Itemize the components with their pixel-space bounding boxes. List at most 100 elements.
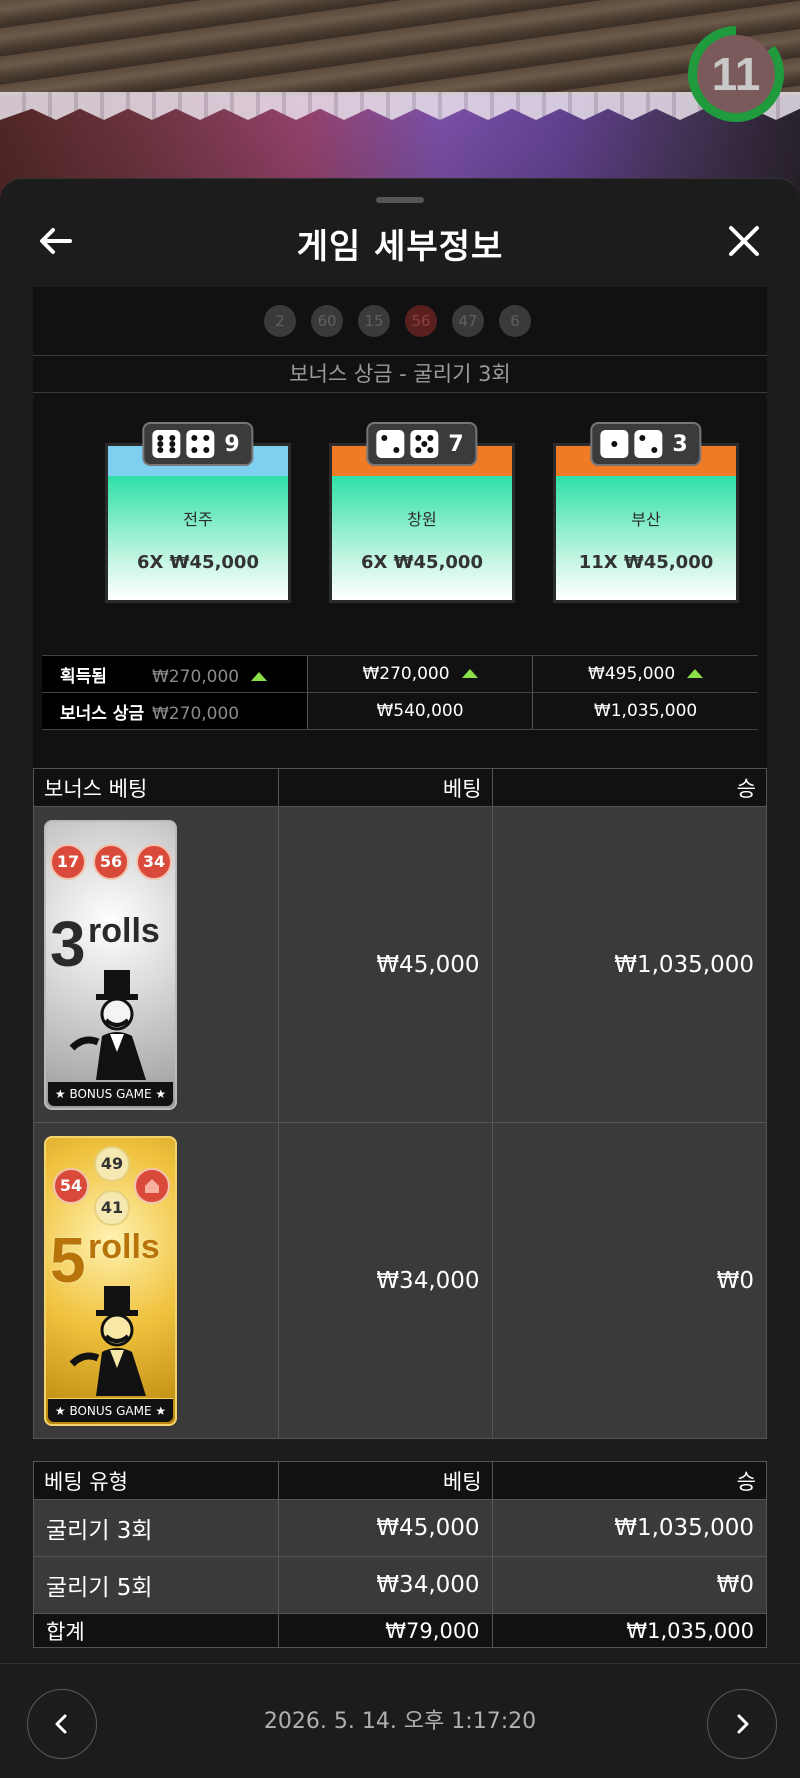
col-header: 베팅: [278, 1461, 493, 1500]
table-row: 17 56 34 3 rolls ★ BONUS GAME ★ ₩45,000 …: [33, 806, 768, 1123]
col-header: 승: [491, 768, 768, 807]
footer-divider: [0, 1663, 800, 1664]
drag-handle[interactable]: [376, 197, 424, 203]
bonus-ball: 56: [93, 843, 129, 880]
history-ball: 15: [358, 305, 390, 337]
dice-total: 7: [448, 431, 464, 457]
die-icon: [186, 430, 215, 458]
bonus-game-card-3-rolls: 17 56 34 3 rolls ★ BONUS GAME ★: [44, 819, 177, 1110]
dice-badge: 9: [142, 422, 254, 466]
property-card: 창원 6X ₩45,000 7: [329, 422, 515, 603]
ball-history: 2 60 15 56 47 6: [264, 305, 531, 337]
bonus-bets-table: 보너스 베팅 베팅 승 17 56 34 3 rolls ★ BONUS GAM…: [33, 768, 768, 1439]
mascot-icon: [69, 969, 146, 1080]
bonus-ball: 41: [94, 1189, 130, 1226]
col-header: 베팅 유형: [33, 1461, 279, 1500]
timer-seconds: 11: [711, 48, 761, 100]
section-title: 보너스 상금 - 굴리기 3회: [33, 355, 767, 393]
page-title: 게임 세부정보: [296, 227, 504, 267]
card-city: 창원: [407, 510, 437, 529]
bonus-ball: 34: [136, 843, 172, 880]
close-icon: [729, 226, 759, 256]
bet-amount: ₩34,000: [278, 1556, 493, 1614]
die-icon: [152, 430, 181, 458]
total-row: 합계 ₩79,000 ₩1,035,000: [33, 1613, 768, 1648]
arrow-up-icon: [687, 669, 704, 678]
table-header: 베팅 유형 베팅 승: [33, 1461, 768, 1500]
die-icon: [634, 430, 663, 458]
total-label: 합계: [33, 1613, 279, 1648]
col-header: 보너스 베팅: [33, 768, 279, 807]
game-details-panel: 게임 세부정보 2 60 15 56 47 6 보너스 상금 - 굴리기 3회 …: [0, 178, 800, 1778]
bonus-ball: 49: [94, 1145, 130, 1182]
bet-amount: ₩34,000: [278, 1122, 493, 1439]
table-row: 획득됨 ₩270,000 ₩270,000 ₩495,000: [42, 655, 758, 693]
bonus-game-card-5-rolls: 49 54 41 5 rolls ★ BONUS GAME ★: [44, 1135, 177, 1426]
row-label: 보너스 상금: [60, 703, 145, 724]
close-button[interactable]: [724, 221, 764, 261]
game-background: [0, 0, 800, 200]
cell-value: ₩1,035,000: [593, 701, 698, 721]
bet-type: 굴리기 3회: [33, 1499, 279, 1557]
win-amount: ₩1,035,000: [491, 806, 768, 1123]
col-header: 승: [491, 1461, 768, 1500]
history-ball: 60: [311, 305, 343, 337]
card-body: 창원 6X ₩45,000: [332, 476, 512, 600]
house-ball-icon: [134, 1167, 170, 1204]
property-card: 전주 6X ₩45,000 9: [105, 422, 291, 603]
bet-amount: ₩45,000: [278, 806, 493, 1123]
bonus-game-label: ★ BONUS GAME ★: [48, 1397, 173, 1422]
history-ball: 6: [499, 305, 531, 337]
bonus-win-table: 획득됨 ₩270,000 ₩270,000 ₩495,000 보너스 상금 ₩270…: [42, 655, 758, 730]
bonus-ball: 54: [53, 1167, 89, 1204]
dice-badge: 7: [366, 422, 478, 466]
bet-amount: ₩45,000: [278, 1499, 493, 1557]
card-multiplier: 6X ₩45,000: [137, 552, 259, 573]
cell-value: ₩270,000: [152, 666, 240, 687]
next-round-button[interactable]: [707, 1689, 777, 1759]
chevron-right-icon: [737, 1714, 749, 1734]
table-header: 보너스 베팅 베팅 승: [33, 768, 768, 807]
cell-value: ₩540,000: [376, 701, 464, 721]
card-city: 부산: [631, 510, 661, 529]
card-multiplier: 11X ₩45,000: [578, 552, 714, 573]
rolls-text: rolls: [88, 911, 160, 950]
bet-type: 굴리기 5회: [33, 1556, 279, 1614]
card-city: 전주: [183, 510, 213, 529]
dice-badge: 3: [590, 422, 702, 466]
die-icon: [376, 430, 405, 458]
cell-value: ₩270,000: [152, 703, 240, 724]
countdown-timer: 11: [688, 26, 784, 122]
die-icon: [410, 430, 439, 458]
win-amount: ₩0: [491, 1556, 768, 1614]
rolls-text: rolls: [88, 1227, 160, 1266]
table-row: 굴리기 5회 ₩34,000 ₩0: [33, 1556, 768, 1614]
round-timestamp: 2026. 5. 14. 오후 1:17:20: [263, 1709, 537, 1734]
property-card: 부산 11X ₩45,000 3: [553, 422, 739, 603]
history-ball: 56: [405, 305, 437, 337]
bet-type-table: 베팅 유형 베팅 승 굴리기 3회 ₩45,000 ₩1,035,000 굴리기…: [33, 1461, 768, 1648]
dice-total: 9: [224, 431, 240, 457]
card-body: 전주 6X ₩45,000: [108, 476, 288, 600]
die-icon: [600, 430, 629, 458]
arrow-up-icon: [251, 671, 268, 681]
bonus-game-label: ★ BONUS GAME ★: [48, 1081, 173, 1106]
cell-value: ₩495,000: [588, 664, 676, 684]
table-row: 보너스 상금 ₩270,000 ₩540,000 ₩1,035,000: [42, 692, 758, 730]
dice-total: 3: [672, 431, 688, 457]
total-win: ₩1,035,000: [491, 1613, 768, 1648]
table-row: 굴리기 3회 ₩45,000 ₩1,035,000: [33, 1499, 768, 1557]
mascot-icon: [69, 1285, 146, 1396]
row-label: 획득됨: [60, 666, 107, 687]
arrow-up-icon: [461, 669, 478, 678]
cell-value: ₩270,000: [362, 664, 450, 684]
card-multiplier: 6X ₩45,000: [361, 552, 483, 573]
bonus-ball: 17: [50, 843, 86, 880]
scene-awning: [0, 92, 800, 120]
history-ball: 2: [264, 305, 296, 337]
card-body: 부산 11X ₩45,000: [556, 476, 736, 600]
table-row: 49 54 41 5 rolls ★ BONUS GAME ★ ₩34,000 …: [33, 1122, 768, 1439]
col-header: 베팅: [278, 768, 493, 807]
scene-roof: [0, 0, 800, 95]
win-amount: ₩0: [491, 1122, 768, 1439]
